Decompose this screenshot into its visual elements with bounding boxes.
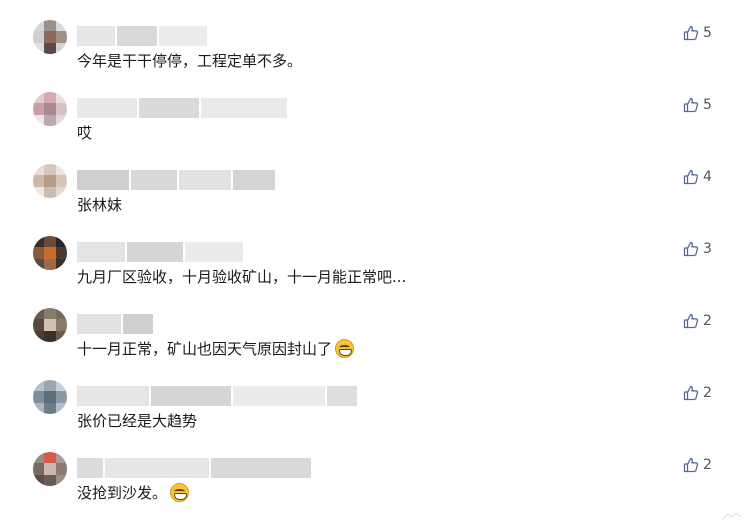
- comment-item: 哎 5: [0, 92, 748, 164]
- like-button[interactable]: 5: [683, 23, 712, 43]
- nickname-blurred: [77, 26, 207, 46]
- comment-item: 没抢到沙发。 2: [0, 452, 748, 524]
- comment-text: 十一月正常，矿山也因天气原因封山了: [77, 338, 355, 360]
- nickname-blurred: [77, 170, 275, 190]
- watermark-mark: [722, 506, 742, 520]
- comment-text: 张价已经是大趋势: [77, 412, 198, 430]
- nickname-blurred: [77, 458, 311, 478]
- comment-text: 张林妹: [77, 196, 123, 214]
- avatar[interactable]: [33, 308, 67, 342]
- comment-text: 今年是干干停停，工程定单不多。: [77, 52, 303, 70]
- comment-item: 张林妹 4: [0, 164, 748, 236]
- grin-emoji: [170, 483, 190, 502]
- like-count: 5: [703, 25, 712, 41]
- thumbs-up-icon: [683, 169, 699, 185]
- like-button[interactable]: 3: [683, 239, 712, 259]
- like-button[interactable]: 5: [683, 95, 712, 115]
- comment-item: 九月厂区验收，十月验收矿山，十一月能正常吧... 3: [0, 236, 748, 308]
- avatar[interactable]: [33, 452, 67, 486]
- avatar[interactable]: [33, 164, 67, 198]
- like-count: 4: [703, 169, 712, 185]
- thumbs-up-icon: [683, 25, 699, 41]
- thumbs-up-icon: [683, 457, 699, 473]
- like-count: 2: [703, 457, 712, 473]
- thumbs-up-icon: [683, 241, 699, 257]
- like-count: 2: [703, 385, 712, 401]
- comment-item: 十一月正常，矿山也因天气原因封山了 2: [0, 308, 748, 380]
- like-count: 3: [703, 241, 712, 257]
- like-count: 2: [703, 313, 712, 329]
- thumbs-up-icon: [683, 385, 699, 401]
- like-button[interactable]: 2: [683, 455, 712, 475]
- thumbs-up-icon: [683, 313, 699, 329]
- comment-text: 哎: [77, 124, 93, 142]
- like-button[interactable]: 2: [683, 311, 712, 331]
- comment-text: 九月厂区验收，十月验收矿山，十一月能正常吧...: [77, 268, 407, 286]
- comment-text: 没抢到沙发。: [77, 482, 190, 504]
- avatar[interactable]: [33, 20, 67, 54]
- comment-item: 今年是干干停停，工程定单不多。 5: [0, 20, 748, 92]
- nickname-blurred: [77, 314, 153, 334]
- comment-item: 张价已经是大趋势 2: [0, 380, 748, 452]
- like-count: 5: [703, 97, 712, 113]
- avatar[interactable]: [33, 92, 67, 126]
- like-button[interactable]: 2: [683, 383, 712, 403]
- thumbs-up-icon: [683, 97, 699, 113]
- nickname-blurred: [77, 386, 357, 406]
- grin-emoji: [335, 339, 355, 358]
- nickname-blurred: [77, 242, 243, 262]
- avatar[interactable]: [33, 236, 67, 270]
- like-button[interactable]: 4: [683, 167, 712, 187]
- nickname-blurred: [77, 98, 287, 118]
- avatar[interactable]: [33, 380, 67, 414]
